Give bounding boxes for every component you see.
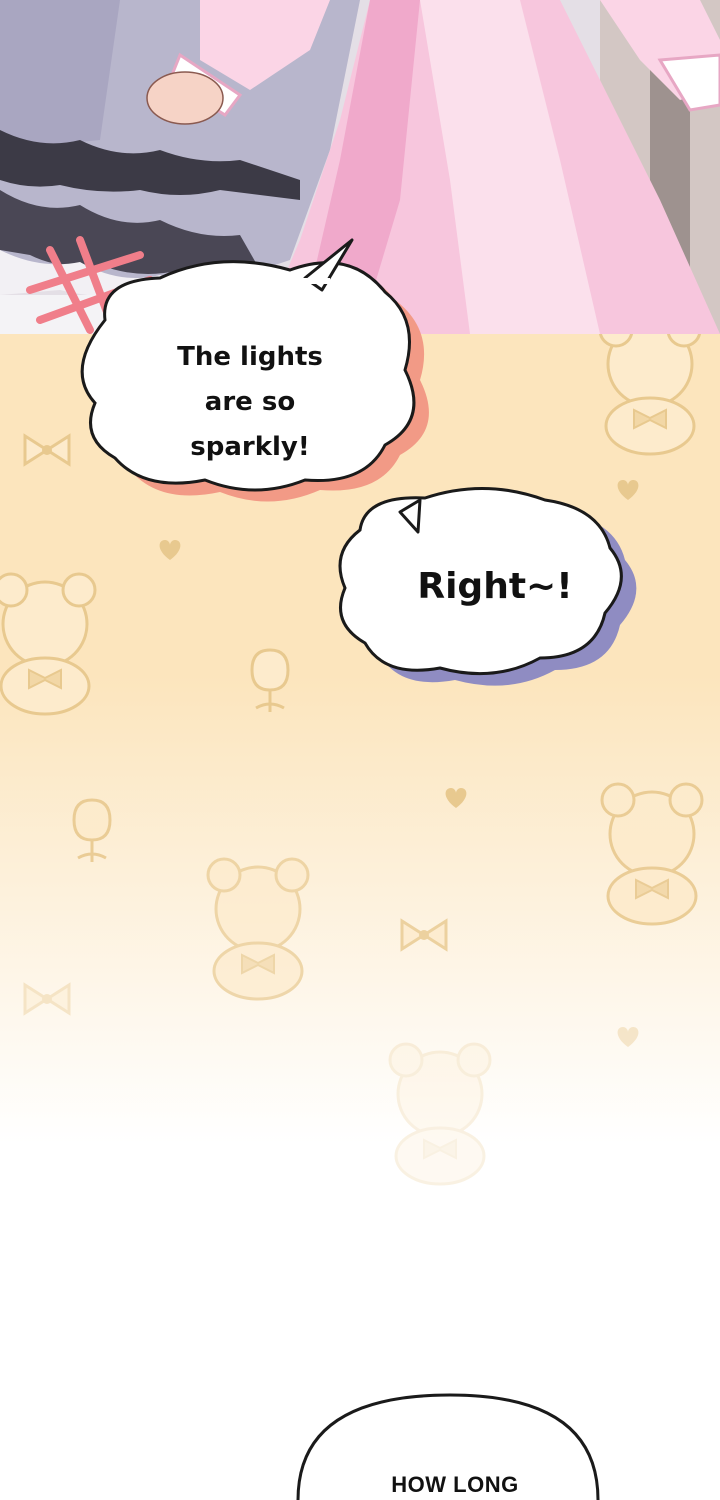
dialogue-line: The lights bbox=[177, 342, 323, 372]
dialogue-text-2: Right~! bbox=[417, 566, 573, 607]
dialogue-text-3: HOW LONG bbox=[391, 1472, 519, 1497]
webtoon-page: The lights are so sparkly! Right~! HOW L… bbox=[0, 0, 720, 1500]
speech-bubbles bbox=[80, 238, 637, 1500]
dialogue-text-1: The lights are so sparkly! bbox=[150, 335, 350, 470]
dialogue-line: are so sparkly! bbox=[190, 387, 310, 462]
